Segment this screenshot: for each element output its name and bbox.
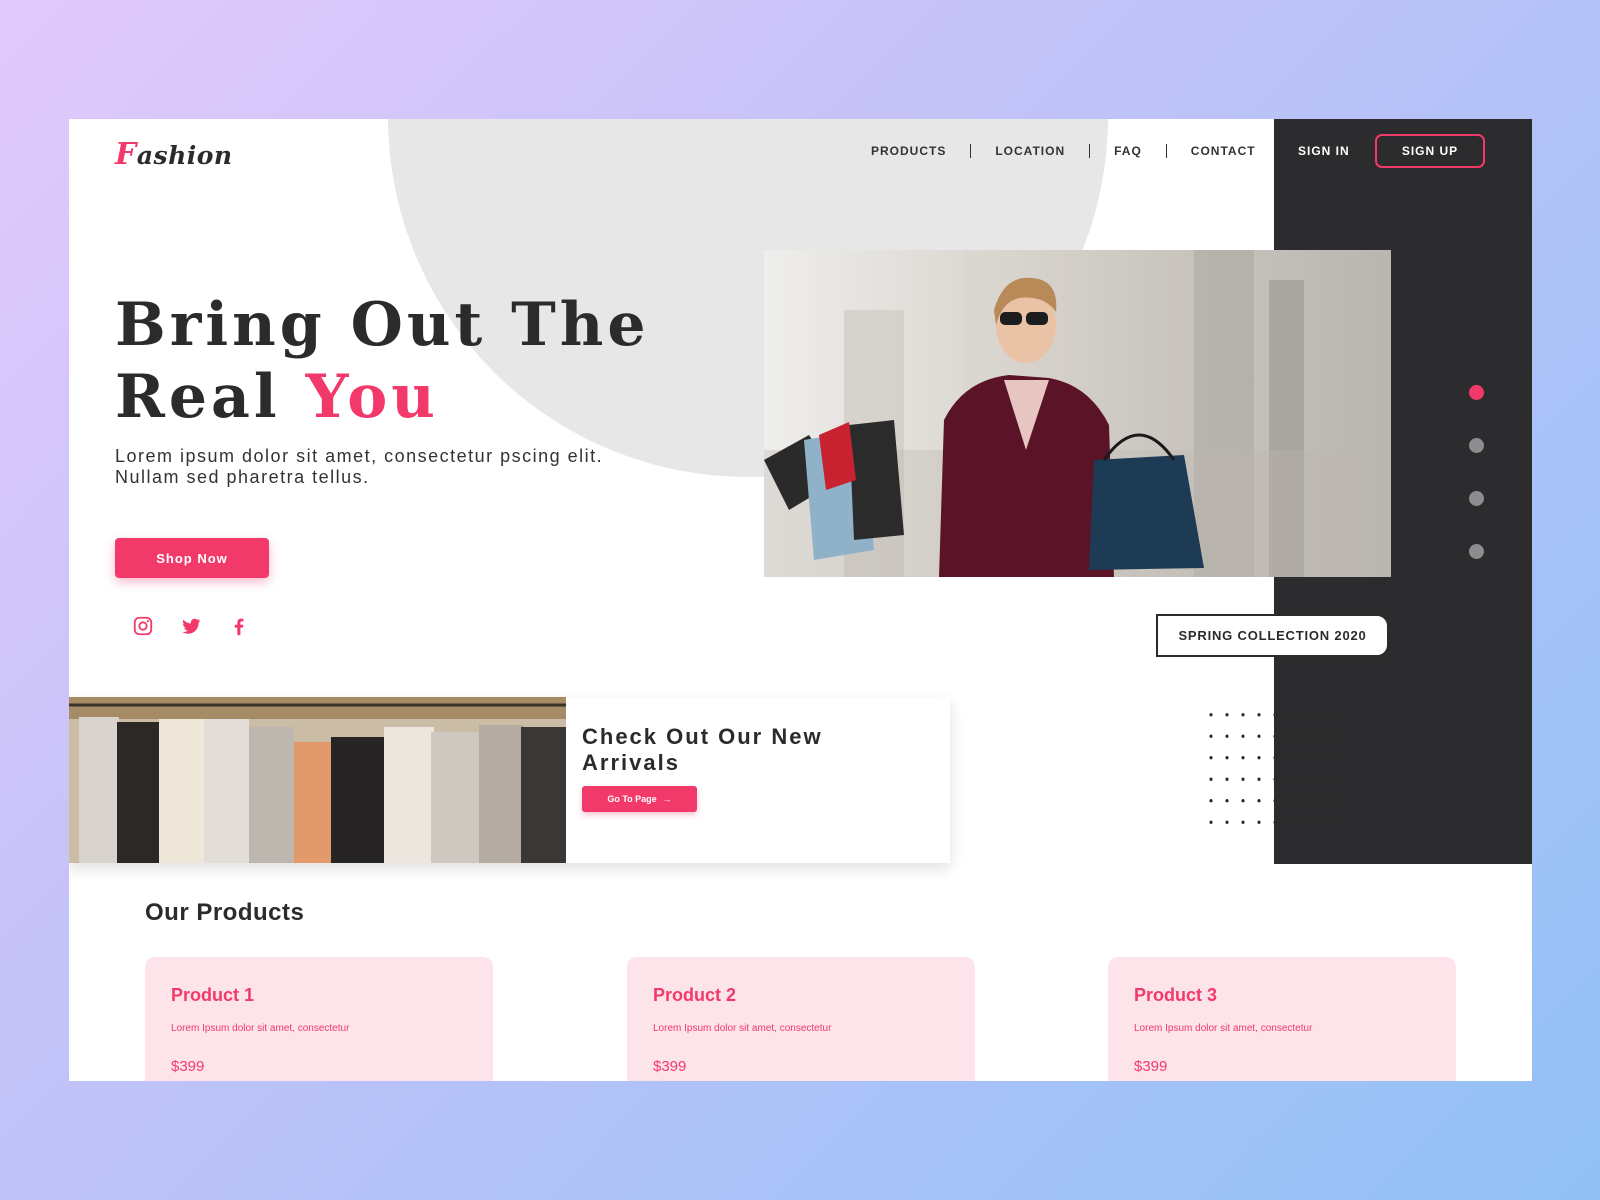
- sign-up-button[interactable]: SIGN UP: [1375, 134, 1485, 168]
- product-name: Product 2: [653, 985, 737, 1005]
- logo-initial: F: [115, 137, 137, 172]
- nav-divider: [970, 144, 972, 158]
- product-description: Lorem Ipsum dolor sit amet, consectetur: [1134, 1023, 1313, 1034]
- logo-text: ashion: [136, 141, 233, 170]
- nav-item-products[interactable]: PRODUCTS: [871, 144, 946, 158]
- hero-title-line2: Real: [115, 362, 306, 432]
- social-links: [132, 615, 250, 637]
- product-card[interactable]: Product 2 Lorem Ipsum dolor sit amet, co…: [627, 957, 975, 1081]
- hero-slider-dots: [1469, 385, 1484, 597]
- nav-divider: [1165, 144, 1167, 158]
- nav-divider: [1089, 144, 1091, 158]
- nav-item-contact[interactable]: CONTACT: [1191, 144, 1256, 158]
- product-name: Product 1: [171, 985, 255, 1005]
- arrivals-title: Check Out Our New Arrivals: [582, 724, 823, 775]
- slider-dot[interactable]: [1469, 491, 1484, 506]
- slider-dot[interactable]: [1469, 544, 1484, 559]
- hero-title: Bring Out The Real You: [115, 289, 650, 433]
- shop-now-button[interactable]: Shop Now: [115, 538, 269, 578]
- decorative-dot-grid: [1203, 704, 1353, 824]
- main-nav: PRODUCTS LOCATION FAQ CONTACT: [871, 144, 1256, 158]
- spring-collection-badge[interactable]: SPRING COLLECTION 2020: [1156, 614, 1389, 657]
- product-price: $399: [171, 1058, 205, 1075]
- products-heading: Our Products: [145, 899, 305, 926]
- arrow-right-icon: →: [662, 794, 672, 804]
- nav-item-faq[interactable]: FAQ: [1114, 144, 1142, 158]
- brand-logo[interactable]: Fashion: [115, 137, 233, 172]
- slider-dot[interactable]: [1469, 438, 1484, 453]
- product-price: $399: [653, 1058, 687, 1075]
- product-description: Lorem Ipsum dolor sit amet, consectetur: [171, 1023, 350, 1034]
- clothing-rack-image: [69, 697, 566, 863]
- product-description: Lorem Ipsum dolor sit amet, consectetur: [653, 1023, 832, 1034]
- woman-shopping-illustration: [764, 250, 1391, 577]
- instagram-icon[interactable]: [132, 615, 154, 637]
- clothing-rack-illustration: [69, 697, 566, 863]
- slider-dot[interactable]: [1469, 385, 1484, 400]
- landing-page: Fashion PRODUCTS LOCATION FAQ CONTACT SI…: [69, 119, 1532, 1081]
- arrivals-content: Check Out Our New Arrivals Go To Page →: [566, 697, 878, 863]
- facebook-icon[interactable]: [228, 615, 250, 637]
- sign-in-link[interactable]: SIGN IN: [1298, 144, 1350, 158]
- go-to-page-button[interactable]: Go To Page →: [582, 786, 697, 812]
- hero-image: [764, 250, 1391, 577]
- product-card[interactable]: Product 3 Lorem Ipsum dolor sit amet, co…: [1108, 957, 1456, 1081]
- go-to-page-label: Go To Page: [607, 794, 657, 804]
- nav-item-location[interactable]: LOCATION: [995, 144, 1065, 158]
- hero-subtitle: Lorem ipsum dolor sit amet, consectetur …: [115, 446, 604, 487]
- product-card[interactable]: Product 1 Lorem Ipsum dolor sit amet, co…: [145, 957, 493, 1081]
- product-name: Product 3: [1134, 985, 1218, 1005]
- hero-title-line1: Bring Out The: [115, 290, 650, 360]
- product-price: $399: [1134, 1058, 1168, 1075]
- hero-title-accent: You: [305, 362, 439, 432]
- twitter-icon[interactable]: [180, 615, 202, 637]
- new-arrivals-banner: Check Out Our New Arrivals Go To Page →: [69, 697, 950, 863]
